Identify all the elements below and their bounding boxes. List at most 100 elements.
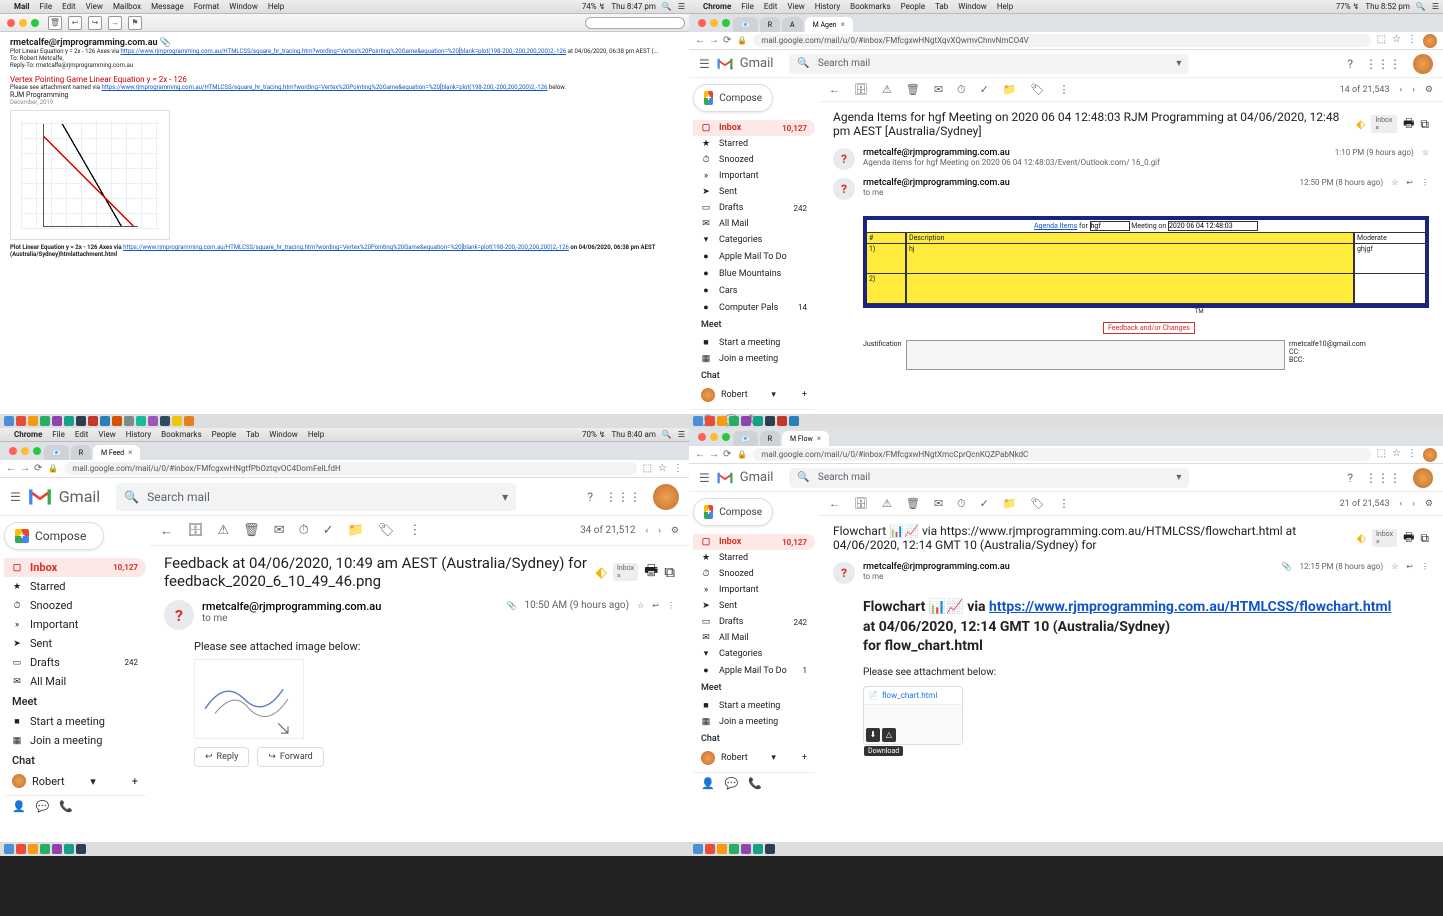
menu-extras-icon[interactable]: ☰	[678, 2, 685, 11]
next-icon[interactable]: ›	[658, 526, 661, 536]
sidebar-item-all-mail[interactable]: ✉All Mail	[693, 630, 815, 646]
more-icon[interactable]: ⋮	[1059, 497, 1070, 510]
back-icon[interactable]: ←	[695, 35, 705, 46]
more-icon[interactable]: ⋮	[667, 601, 675, 610]
browser-tab-active[interactable]: M Feed×	[93, 445, 140, 460]
join-meeting-button[interactable]: ▦Join a meeting	[693, 714, 815, 730]
phone-icon[interactable]: 📞	[59, 800, 73, 813]
sidebar-item-snoozed[interactable]: ⏱Snoozed	[693, 566, 815, 582]
join-meeting-button[interactable]: ▦Join a meeting	[693, 351, 815, 367]
support-icon[interactable]: ?	[1347, 471, 1353, 485]
browser-tab[interactable]: R	[760, 431, 780, 446]
sidebar-item-apple-mail-to-do[interactable]: ●Apple Mail To Do	[693, 248, 815, 265]
agenda-desc-input[interactable]	[907, 274, 1355, 304]
archive-icon[interactable]: 🗄	[854, 83, 868, 96]
back-icon[interactable]: ←	[695, 449, 705, 460]
reload-icon[interactable]: ⟳	[723, 449, 731, 460]
move-icon[interactable]: 📁	[1003, 83, 1017, 96]
reload-icon[interactable]: ⟳	[723, 35, 731, 46]
sidebar-item-snoozed[interactable]: ⏱Snoozed	[693, 152, 815, 168]
main-menu-icon[interactable]: ☰	[699, 471, 710, 485]
justification-input[interactable]	[906, 340, 1285, 370]
spam-icon[interactable]: ⚠	[882, 497, 892, 510]
sidebar-item-inbox[interactable]: ▢Inbox10,127	[693, 534, 815, 550]
sidebar-item-important[interactable]: »Important	[4, 615, 146, 634]
support-icon[interactable]: ?	[1347, 57, 1353, 71]
spam-icon[interactable]: ⚠	[882, 83, 892, 96]
sidebar-item-drafts[interactable]: ▭Drafts242	[693, 200, 815, 216]
person-icon[interactable]: 👤	[701, 777, 715, 790]
settings-icon[interactable]: ⚙	[1425, 85, 1433, 95]
unread-icon[interactable]: ✉	[934, 83, 943, 96]
sidebar-item-all-mail[interactable]: ✉All Mail	[693, 216, 815, 232]
inbox-label[interactable]: Inbox ×	[1371, 115, 1397, 133]
menu-file[interactable]: File	[40, 2, 53, 11]
site-info-icon[interactable]: 🔒	[737, 450, 747, 459]
inbox-label[interactable]: Inbox ×	[1372, 529, 1397, 547]
reply-icon[interactable]: ↩	[1406, 562, 1413, 571]
menu-message[interactable]: Message	[151, 2, 184, 11]
sidebar-item-all-mail[interactable]: ✉All Mail	[4, 672, 146, 691]
close-icon[interactable]	[698, 19, 706, 27]
browser-tab[interactable]: R	[71, 445, 91, 460]
forward-icon[interactable]: →	[20, 463, 30, 474]
reload-icon[interactable]: ⟳	[34, 463, 42, 474]
minimize-icon[interactable]	[19, 19, 27, 27]
back-icon[interactable]: ←	[6, 463, 16, 474]
sidebar-item-sent[interactable]: ➤Sent	[693, 184, 815, 200]
macos-dock[interactable]	[689, 414, 1443, 428]
sidebar-item-inbox[interactable]: ▢Inbox10,127	[4, 558, 146, 577]
spotlight-icon[interactable]: 🔍	[662, 2, 672, 11]
archive-icon[interactable]: 🗄	[854, 497, 868, 510]
search-options-icon[interactable]: ▾	[1176, 58, 1181, 69]
search-options-icon[interactable]: ▾	[502, 490, 508, 504]
sidebar-item-important[interactable]: »Important	[693, 582, 815, 598]
sidebar-item-drafts[interactable]: ▭Drafts242	[693, 614, 815, 630]
main-menu-icon[interactable]: ☰	[699, 57, 710, 71]
browser-tab[interactable]: R	[760, 17, 780, 32]
join-meeting-button[interactable]: ▦Join a meeting	[4, 731, 146, 750]
popout-icon[interactable]: ⧉	[1420, 117, 1429, 132]
account-avatar[interactable]	[653, 484, 679, 510]
spam-icon[interactable]: ⚠	[218, 523, 230, 538]
menu-window[interactable]: Window	[229, 2, 258, 11]
sidebar-item-cars[interactable]: ●Cars	[693, 282, 815, 299]
archive-icon[interactable]: 🗄	[187, 523, 204, 538]
star-icon[interactable]: ☆	[1422, 148, 1429, 157]
minimize-icon[interactable]	[710, 19, 718, 27]
address-input[interactable]: mail.google.com/mail/u/0/#inbox/FMfcgxwH…	[753, 34, 1370, 47]
collapsed-sender-row[interactable]: ? rmetcalfe@rjmprogramming.com.auAgenda …	[833, 144, 1429, 174]
menu-view[interactable]: View	[86, 2, 103, 11]
delete-icon[interactable]: 🗑	[243, 523, 260, 538]
body-link[interactable]: https://www.rjmprogramming.com.au/HTMLCS…	[102, 84, 548, 91]
snooze-icon[interactable]: ⏱	[957, 83, 966, 97]
agenda-mod-input[interactable]: ghjgf	[1355, 244, 1425, 274]
close-icon[interactable]	[7, 19, 15, 27]
person-icon[interactable]: 👤	[12, 800, 26, 813]
support-icon[interactable]: ?	[587, 490, 593, 504]
new-chat-icon[interactable]: +	[132, 775, 138, 788]
sidebar-item-computer-pals[interactable]: ●Computer Pals14	[693, 299, 815, 316]
delete-icon[interactable]: 🗑	[48, 16, 62, 30]
start-meeting-button[interactable]: ■Start a meeting	[693, 334, 815, 351]
menu-mailbox[interactable]: Mailbox	[113, 2, 141, 11]
settings-icon[interactable]: ⚙	[1425, 499, 1433, 509]
reply-icon[interactable]: ↩	[652, 601, 659, 610]
browser-tab[interactable]: 📧	[733, 431, 758, 446]
subject-link[interactable]: https://www.rjmprogramming.com.au/HTMLCS…	[120, 48, 566, 55]
sidebar-item-drafts[interactable]: ▭Drafts242	[4, 653, 146, 672]
macos-dock[interactable]	[0, 414, 689, 428]
sidebar-item-apple-mail-to-do[interactable]: ●Apple Mail To Do1	[693, 662, 815, 679]
app-name[interactable]: Chrome	[703, 2, 731, 11]
star-icon[interactable]: ☆	[637, 601, 644, 610]
prev-icon[interactable]: ‹	[1400, 499, 1403, 509]
star-icon[interactable]: ☆	[1391, 178, 1398, 187]
flowchart-link[interactable]: https://www.rjmprogramming.com.au/HTMLCS…	[989, 599, 1391, 615]
gmail-search-input[interactable]: 🔍Search mail▾	[116, 483, 516, 511]
account-avatar[interactable]	[1413, 54, 1433, 74]
prev-icon[interactable]: ‹	[646, 526, 649, 536]
address-input[interactable]: mail.google.com/mail/u/0/#inbox/FMfcgxwH…	[64, 462, 636, 475]
popout-icon[interactable]: ⧉	[1420, 531, 1429, 546]
more-icon[interactable]: ⋮	[408, 523, 421, 538]
snooze-icon[interactable]: ⏱	[957, 497, 966, 511]
